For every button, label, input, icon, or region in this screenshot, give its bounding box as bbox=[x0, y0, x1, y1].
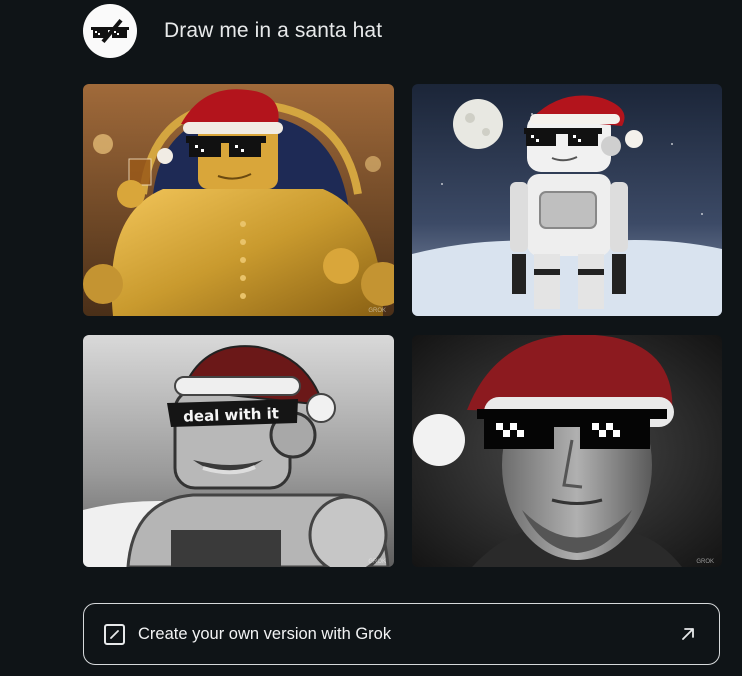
deal-with-it-robot-image[interactable]: deal with it GROK bbox=[83, 335, 394, 567]
image-grid: GROK deal with it GROK GROK bbox=[83, 84, 722, 567]
deal-with-it-text: deal with it bbox=[183, 404, 279, 425]
prompt-text: Draw me in a santa hat bbox=[164, 19, 383, 42]
create-own-version-label: Create your own version with Grok bbox=[138, 624, 392, 643]
pixel-sunglasses-icon bbox=[91, 18, 129, 44]
golden-robot-throne-image[interactable]: GROK bbox=[83, 84, 394, 316]
watermark: GROK bbox=[696, 559, 714, 565]
man-santa-hat-sunglasses-image[interactable]: GROK bbox=[412, 335, 722, 567]
create-own-version-button[interactable]: Create your own version with Grok bbox=[83, 603, 720, 665]
edit-square-icon bbox=[104, 623, 125, 645]
white-robot-moon-snow-image[interactable] bbox=[412, 84, 722, 316]
watermark: GROK bbox=[368, 559, 386, 565]
arrow-up-right-icon bbox=[682, 628, 694, 640]
user-avatar[interactable] bbox=[83, 4, 137, 58]
prompt-row: Draw me in a santa hat bbox=[83, 4, 382, 58]
watermark: GROK bbox=[368, 308, 386, 314]
